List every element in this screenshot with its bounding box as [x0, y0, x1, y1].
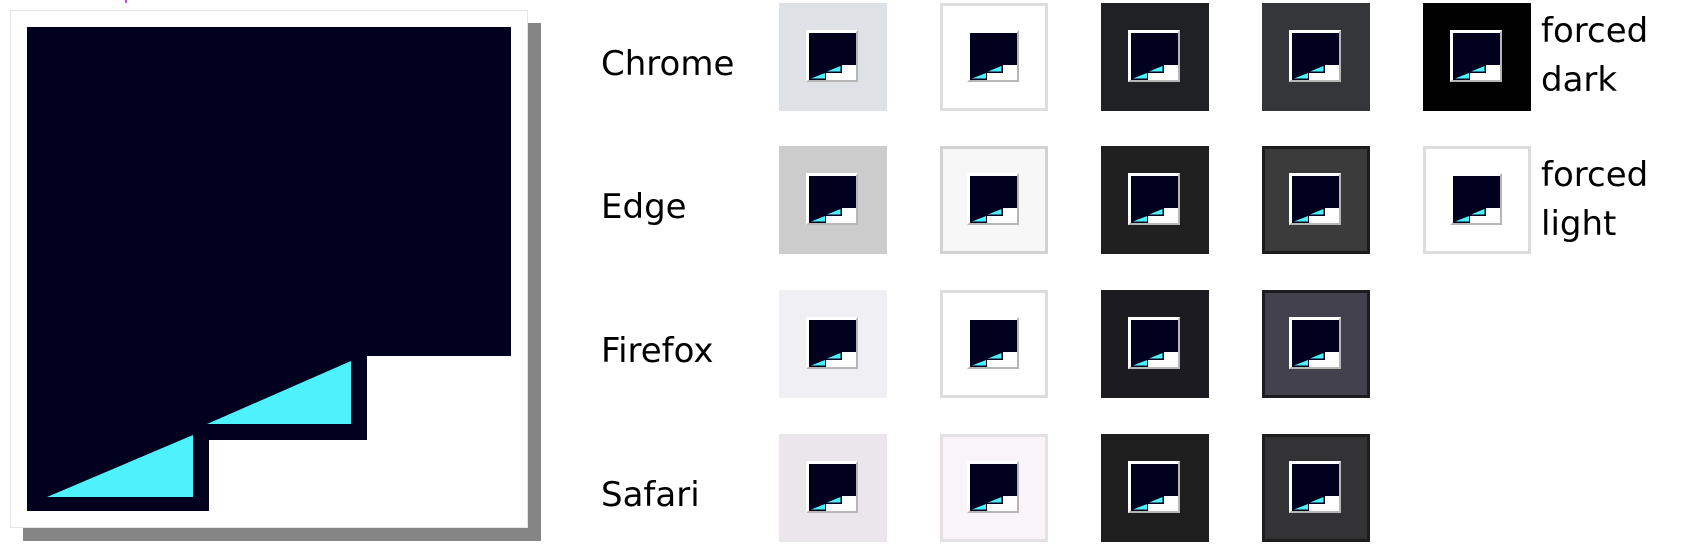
favicon-small-icon [1453, 33, 1500, 80]
theme-tile-firefox-1 [779, 290, 887, 398]
top-edge-tick [125, 0, 127, 3]
theme-tile-edge-5 [1423, 146, 1531, 254]
forced-mode-label-line: forced [1541, 155, 1649, 195]
favicon-frame [1289, 30, 1341, 82]
favicon-frame [967, 173, 1019, 225]
theme-tile-chrome-3 [1101, 3, 1209, 111]
favicon-frame [1450, 30, 1502, 82]
forced-mode-label-line: forced [1541, 11, 1649, 51]
favicon-frame [1128, 461, 1180, 513]
theme-tile-edge-3 [1101, 146, 1209, 254]
favicon-frame [967, 317, 1019, 369]
theme-tile-edge-1 [779, 146, 887, 254]
theme-tile-chrome-1 [779, 3, 887, 111]
favicon-small-icon [1131, 176, 1178, 223]
theme-tile-edge-2 [940, 146, 1048, 254]
favicon-frame [806, 461, 858, 513]
favicon-frame [1289, 461, 1341, 513]
forced-mode-label-line: light [1541, 204, 1617, 244]
favicon-frame [967, 461, 1019, 513]
favicon-frame [1450, 173, 1502, 225]
favicon-small-icon [1131, 320, 1178, 367]
theme-tile-firefox-2 [940, 290, 1048, 398]
browser-label-chrome: Chrome [601, 44, 735, 84]
theme-tile-chrome-5 [1423, 3, 1531, 111]
favicon-small-icon [1292, 464, 1339, 511]
favicon-frame [1128, 173, 1180, 225]
favicon-small-icon [809, 320, 856, 367]
favicon-large-icon [27, 27, 511, 511]
forced-mode-label-line: dark [1541, 60, 1618, 100]
browser-label-safari: Safari [601, 475, 700, 515]
favicon-small-icon [1453, 176, 1500, 223]
favicon-frame [1289, 317, 1341, 369]
favicon-small-icon [970, 33, 1017, 80]
favicon-small-icon [809, 464, 856, 511]
favicon-small-icon [809, 176, 856, 223]
favicon-frame [1128, 30, 1180, 82]
theme-tile-firefox-3 [1101, 290, 1209, 398]
favicon-frame [806, 317, 858, 369]
forced-mode-label: forced dark [1541, 7, 1648, 105]
favicon-small-icon [1292, 33, 1339, 80]
favicon-preview [10, 10, 542, 542]
favicon-small-icon [970, 464, 1017, 511]
preview-card [10, 10, 528, 528]
theme-tile-firefox-4 [1262, 290, 1370, 398]
favicon-frame [806, 173, 858, 225]
browser-label-edge: Edge [601, 187, 687, 227]
favicon-frame [806, 30, 858, 82]
favicon-small-icon [970, 176, 1017, 223]
theme-tile-safari-4 [1262, 434, 1370, 542]
favicon-small-icon [1131, 464, 1178, 511]
favicon-frame [1128, 317, 1180, 369]
favicon-frame [1289, 173, 1341, 225]
favicon-small-icon [1292, 176, 1339, 223]
theme-tile-chrome-2 [940, 3, 1048, 111]
favicon-small-icon [970, 320, 1017, 367]
theme-tile-chrome-4 [1262, 3, 1370, 111]
theme-tile-edge-4 [1262, 146, 1370, 254]
forced-mode-label: forced light [1541, 151, 1648, 249]
favicon-small-icon [1131, 33, 1178, 80]
favicon-small-icon [1292, 320, 1339, 367]
theme-tile-safari-1 [779, 434, 887, 542]
favicon-frame [967, 30, 1019, 82]
browser-label-firefox: Firefox [601, 331, 714, 371]
favicon-small-icon [809, 33, 856, 80]
theme-tile-safari-2 [940, 434, 1048, 542]
theme-tile-safari-3 [1101, 434, 1209, 542]
